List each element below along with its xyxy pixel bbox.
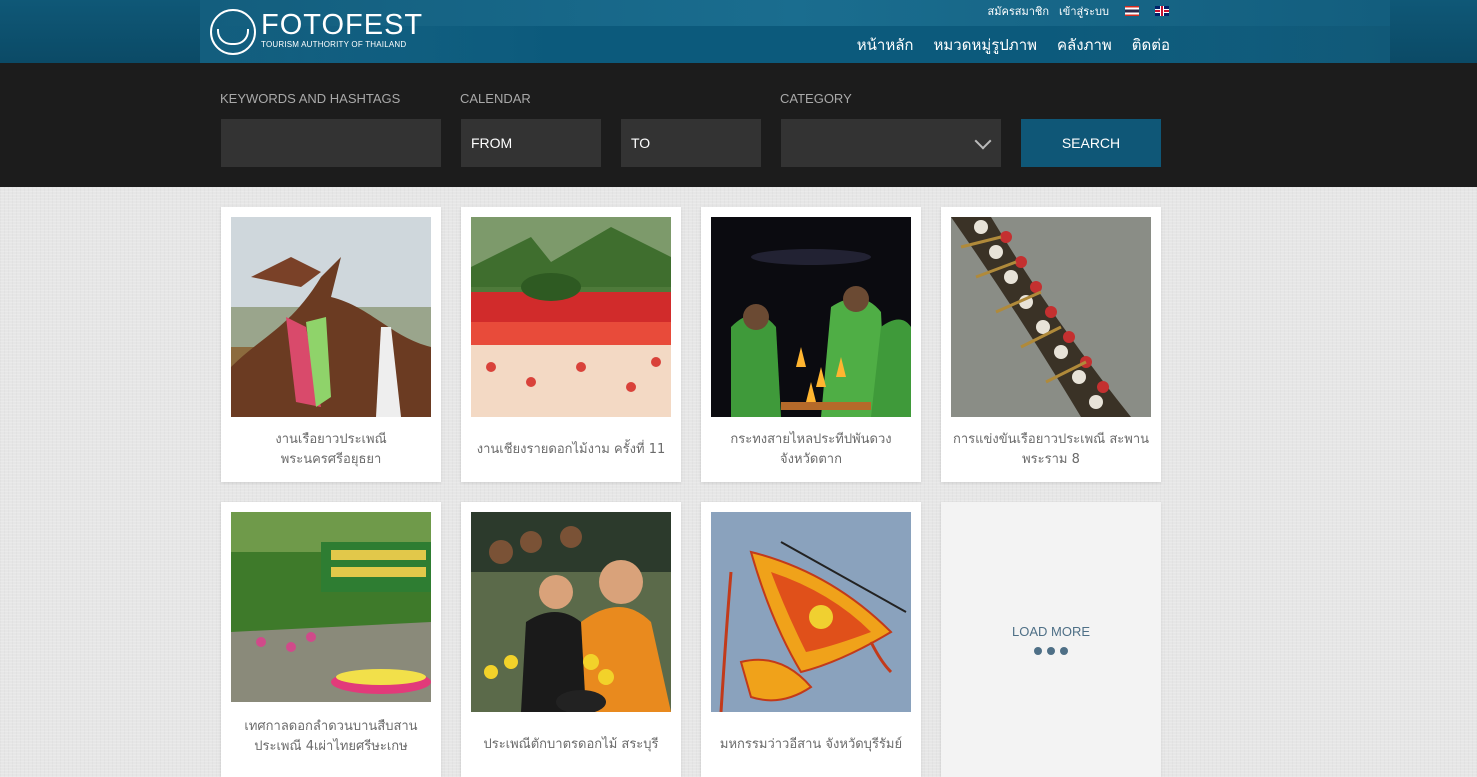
rowing-boat-aerial-photo[interactable]	[951, 217, 1151, 417]
ellipsis-icon	[1034, 647, 1068, 655]
caption-line: พระราม 8	[1022, 452, 1080, 467]
nav-gallery[interactable]: คลังภาพ	[1057, 33, 1112, 57]
caption-line: ประเพณีตักบาตรดอกไม้ สระบุรี	[483, 737, 659, 752]
top-links: สมัครสมาชิก เข้าสู่ระบบ	[988, 2, 1169, 20]
to-date-text: TO	[631, 135, 651, 151]
card-caption[interactable]: การแข่งขันเรือยาวประเพณี สะพานพระราม 8	[949, 419, 1153, 481]
search-button[interactable]: SEARCH	[1021, 119, 1161, 167]
caption-line: งานเชียงรายดอกไม้งาม ครั้งที่ 11	[476, 442, 666, 457]
gallery-card[interactable]: มหกรรมว่าวอีสาน จังหวัดบุรีรัมย์	[701, 502, 921, 777]
uk-flag-icon[interactable]	[1155, 6, 1169, 16]
logo-subtitle: TOURISM AUTHORITY OF THAILAND	[261, 40, 407, 49]
gallery-card[interactable]: การแข่งขันเรือยาวประเพณี สะพานพระราม 8	[941, 207, 1161, 482]
dragon-boat-prow-photo[interactable]	[231, 217, 431, 417]
card-caption[interactable]: ประเพณีตักบาตรดอกไม้ สระบุรี	[469, 714, 673, 776]
nav-home[interactable]: หน้าหลัก	[857, 33, 914, 57]
calendar-label: CALENDAR	[460, 91, 531, 106]
flower-garden-photo[interactable]	[471, 217, 671, 417]
chevron-down-icon	[974, 132, 992, 150]
nav-contact[interactable]: ติดต่อ	[1132, 33, 1170, 57]
caption-line: จังหวัดตาก	[780, 452, 842, 467]
keywords-label: KEYWORDS AND HASHTAGS	[220, 91, 401, 106]
gallery-card[interactable]: เทศกาลดอกลำดวนบานสืบสานประเพณี 4เผ่าไทยศ…	[221, 502, 441, 777]
logo-title[interactable]: FOTOFEST	[261, 10, 423, 40]
caption-line: กระทงสายไหลประทีปพันดวง	[730, 432, 892, 447]
card-caption[interactable]: มหกรรมว่าวอีสาน จังหวัดบุรีรัมย์	[709, 714, 913, 776]
gallery-card[interactable]: ประเพณีตักบาตรดอกไม้ สระบุรี	[461, 502, 681, 777]
from-date-text: FROM	[471, 135, 513, 151]
candle-ceremony-photo[interactable]	[711, 217, 911, 417]
card-caption[interactable]: เทศกาลดอกลำดวนบานสืบสานประเพณี 4เผ่าไทยศ…	[229, 706, 433, 768]
card-caption[interactable]: กระทงสายไหลประทีปพันดวงจังหวัดตาก	[709, 419, 913, 481]
main-nav: หน้าหลัก หมวดหมู่รูปภาพ คลังภาพ ติดต่อ	[857, 33, 1170, 57]
load-more-button[interactable]: LOAD MORE	[941, 502, 1161, 777]
caption-line: มหกรรมว่าวอีสาน จังหวัดบุรีรัมย์	[719, 737, 903, 752]
gallery-card[interactable]: งานเรือยาวประเพณีพระนครศรีอยุธยา	[221, 207, 441, 482]
category-label: CATEGORY	[780, 91, 852, 106]
caption-line: ประเพณี 4เผ่าไทยศรีษะเกษ	[254, 739, 408, 754]
from-date-input[interactable]: FROM	[461, 119, 601, 167]
thai-flag-icon[interactable]	[1125, 6, 1139, 16]
kite-festival-photo[interactable]	[711, 512, 911, 712]
gallery-card[interactable]: งานเชียงรายดอกไม้งาม ครั้งที่ 11	[461, 207, 681, 482]
keywords-input[interactable]	[221, 119, 441, 167]
caption-line: งานเรือยาวประเพณี	[275, 432, 387, 447]
caption-line: เทศกาลดอกลำดวนบานสืบสาน	[244, 719, 418, 734]
nav-categories[interactable]: หมวดหมู่รูปภาพ	[934, 33, 1038, 57]
gallery-card[interactable]: กระทงสายไหลประทีปพันดวงจังหวัดตาก	[701, 207, 921, 482]
monk-flower-offering-photo[interactable]	[471, 512, 671, 712]
keywords-text[interactable]	[231, 134, 431, 152]
card-caption[interactable]: งานเชียงรายดอกไม้งาม ครั้งที่ 11	[469, 419, 673, 481]
load-more-label: LOAD MORE	[1011, 624, 1090, 639]
login-link[interactable]: เข้าสู่ระบบ	[1059, 2, 1109, 20]
festival-garden-photo[interactable]	[231, 512, 431, 702]
category-select[interactable]	[781, 119, 1001, 167]
caption-line: การแข่งขันเรือยาวประเพณี สะพาน	[952, 432, 1150, 447]
card-caption[interactable]: งานเรือยาวประเพณีพระนครศรีอยุธยา	[229, 419, 433, 481]
caption-line: พระนครศรีอยุธยา	[280, 452, 382, 467]
to-date-input[interactable]: TO	[621, 119, 761, 167]
tat-emblem-icon[interactable]	[210, 9, 256, 55]
register-link[interactable]: สมัครสมาชิก	[988, 2, 1050, 20]
